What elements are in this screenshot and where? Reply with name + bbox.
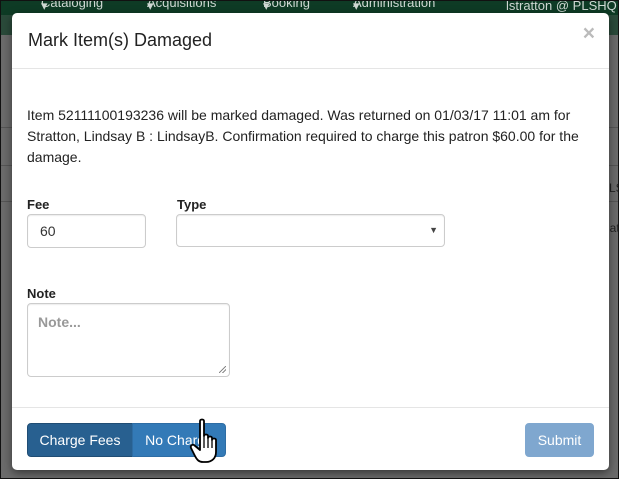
type-label: Type [177,197,207,212]
dialog-header: Mark Item(s) Damaged × [12,13,609,69]
mark-damaged-dialog: Mark Item(s) Damaged × Item 521111001932… [12,13,609,470]
charge-fees-button[interactable]: Charge Fees [27,423,133,457]
dialog-footer: Charge Fees No Charge Submit [12,407,609,471]
submit-button[interactable]: Submit [525,423,594,457]
nav-item-acquisitions[interactable]: Acquisitions ▾ [147,1,216,14]
nav-user-account[interactable]: lstratton @ PLSHQ [506,1,617,13]
close-icon[interactable]: × [583,23,595,44]
note-textarea[interactable] [27,303,230,377]
hand-pointer-icon [189,418,217,463]
type-select[interactable]: ▼ [176,214,445,247]
damage-confirmation-message: Item 52111100193236 will be marked damag… [27,107,579,165]
fee-label: Fee [27,197,50,212]
textarea-resize-handle[interactable] [219,366,228,375]
chevron-down-icon: ▼ [429,225,438,235]
fee-input[interactable] [27,214,146,248]
nav-item-booking[interactable]: Booking ▾ [263,1,310,14]
resize-grip-icon [219,366,226,373]
nav-item-cataloging[interactable]: Cataloging ▾ [41,1,103,14]
nav-item-administration[interactable]: Administration ▾ [353,1,435,14]
note-label: Note [27,286,56,301]
dialog-title: Mark Item(s) Damaged [28,30,213,50]
screenshot-frame: Cataloging ▾ Acquisitions ▾ Booking ▾ Admin… [0,0,619,479]
